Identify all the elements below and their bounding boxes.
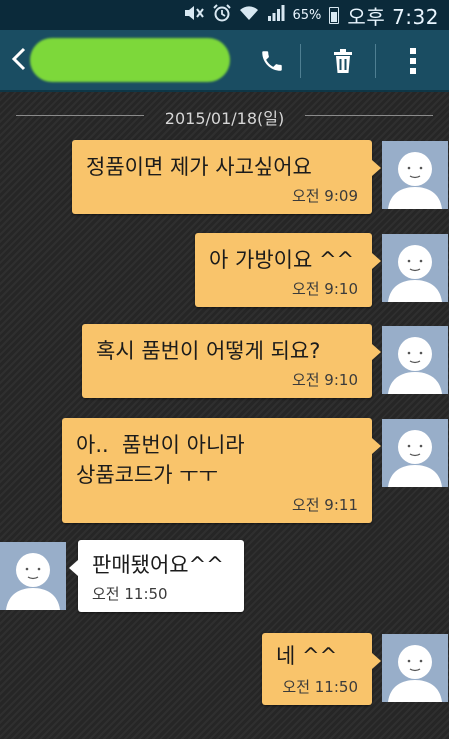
action-divider <box>300 44 301 78</box>
status-time: 오후 7:32 <box>347 4 439 29</box>
avatar[interactable] <box>0 542 66 610</box>
bubble-tail <box>372 438 381 454</box>
phone-icon[interactable] <box>252 42 292 80</box>
alarm-icon <box>212 4 231 26</box>
message-time: 오전 9:10 <box>291 280 358 298</box>
message-bubble-sent[interactable]: 네 ^^ 오전 11:50 <box>262 633 381 705</box>
bubble-tail <box>372 344 381 360</box>
bubble-tail <box>372 160 381 176</box>
message-time: 오전 9:11 <box>291 496 358 514</box>
mute-icon <box>183 5 205 25</box>
message-time: 오전 11:50 <box>92 585 168 603</box>
message-text: 정품이면 제가 사고싶어요 <box>86 155 312 179</box>
date-label: 2015/01/18(일) <box>164 109 285 128</box>
avatar[interactable] <box>382 634 448 702</box>
avatar[interactable] <box>382 234 448 302</box>
message-text: 아 가방이요 ^^ <box>209 248 355 272</box>
message-text: 혹시 품번이 어떻게 되요? <box>96 339 321 363</box>
contact-name-redacted[interactable] <box>30 38 230 82</box>
action-divider <box>375 44 376 78</box>
message-text: 네 ^^ <box>276 644 338 668</box>
action-bar <box>0 30 449 92</box>
message-text: 아.. 품번이 아니라 상품코드가 ㅜㅜ <box>76 433 245 487</box>
message-time: 오전 9:09 <box>291 187 358 205</box>
message-bubble-sent[interactable]: 아.. 품번이 아니라 상품코드가 ㅜㅜ 오전 9:11 <box>62 418 381 523</box>
date-separator: 2015/01/18(일) <box>0 100 449 130</box>
battery-icon <box>329 6 340 24</box>
trash-icon[interactable] <box>323 42 363 80</box>
date-divider-right <box>305 115 433 116</box>
avatar[interactable] <box>382 141 448 209</box>
bubble-tail <box>372 653 381 669</box>
avatar[interactable] <box>382 326 448 394</box>
message-bubble-sent[interactable]: 정품이면 제가 사고싶어요 오전 9:09 <box>72 140 381 214</box>
message-time: 오전 11:50 <box>282 678 358 696</box>
back-icon[interactable] <box>8 44 30 74</box>
bubble-tail <box>69 560 78 576</box>
message-time: 오전 9:10 <box>291 371 358 389</box>
bubble-tail <box>372 253 381 269</box>
overflow-menu-icon[interactable] <box>393 42 433 80</box>
signal-icon <box>267 5 285 25</box>
status-bar: 65% 오후 7:32 <box>0 0 449 30</box>
battery-percent: 65% <box>292 7 322 23</box>
avatar[interactable] <box>382 419 448 487</box>
message-bubble-sent[interactable]: 아 가방이요 ^^ 오전 9:10 <box>195 233 381 307</box>
wifi-icon <box>239 5 259 25</box>
message-text: 판매됐어요^^ <box>92 553 224 577</box>
message-bubble-sent[interactable]: 혹시 품번이 어떻게 되요? 오전 9:10 <box>82 324 381 398</box>
message-bubble-received[interactable]: 판매됐어요^^ 오전 11:50 <box>69 540 244 612</box>
